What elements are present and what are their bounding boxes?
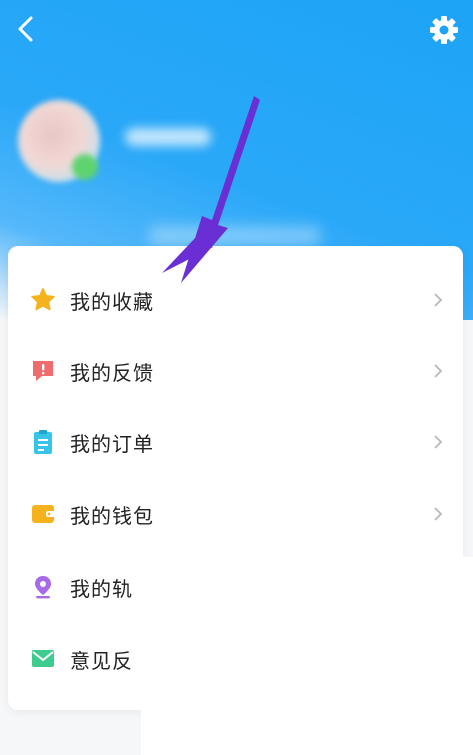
menu-item-label: 我的订单 [70, 431, 154, 456]
wallet-icon [30, 501, 56, 527]
chevron-right-icon [432, 434, 444, 450]
blurred-text [150, 226, 320, 246]
location-pin-icon [30, 574, 56, 600]
chevron-right-icon [432, 363, 444, 379]
menu-item-wallet[interactable]: 我的钱包 [8, 478, 463, 550]
feedback-icon [30, 358, 56, 384]
menu-item-feedback[interactable]: 我的反馈 [8, 335, 463, 407]
chevron-right-icon [432, 292, 444, 308]
clipboard-icon [30, 429, 56, 455]
menu-item-orders[interactable]: 我的订单 [8, 406, 463, 478]
menu-item-label: 意见反 [70, 648, 133, 673]
envelope-icon [30, 646, 56, 672]
menu-item-label: 我的轨 [70, 576, 133, 601]
blank-overlay [141, 557, 473, 755]
menu-item-label: 我的钱包 [70, 503, 154, 528]
gear-icon [430, 16, 458, 44]
menu-item-label: 我的收藏 [70, 289, 154, 314]
back-button[interactable] [10, 12, 42, 46]
settings-button[interactable] [426, 12, 462, 48]
chevron-left-icon [18, 16, 33, 42]
menu-item-favorites[interactable]: 我的收藏 [8, 264, 463, 336]
chevron-right-icon [432, 506, 444, 522]
star-icon [30, 287, 56, 313]
avatar-badge [72, 154, 98, 180]
menu-item-label: 我的反馈 [70, 360, 154, 385]
username-blurred [125, 128, 211, 146]
